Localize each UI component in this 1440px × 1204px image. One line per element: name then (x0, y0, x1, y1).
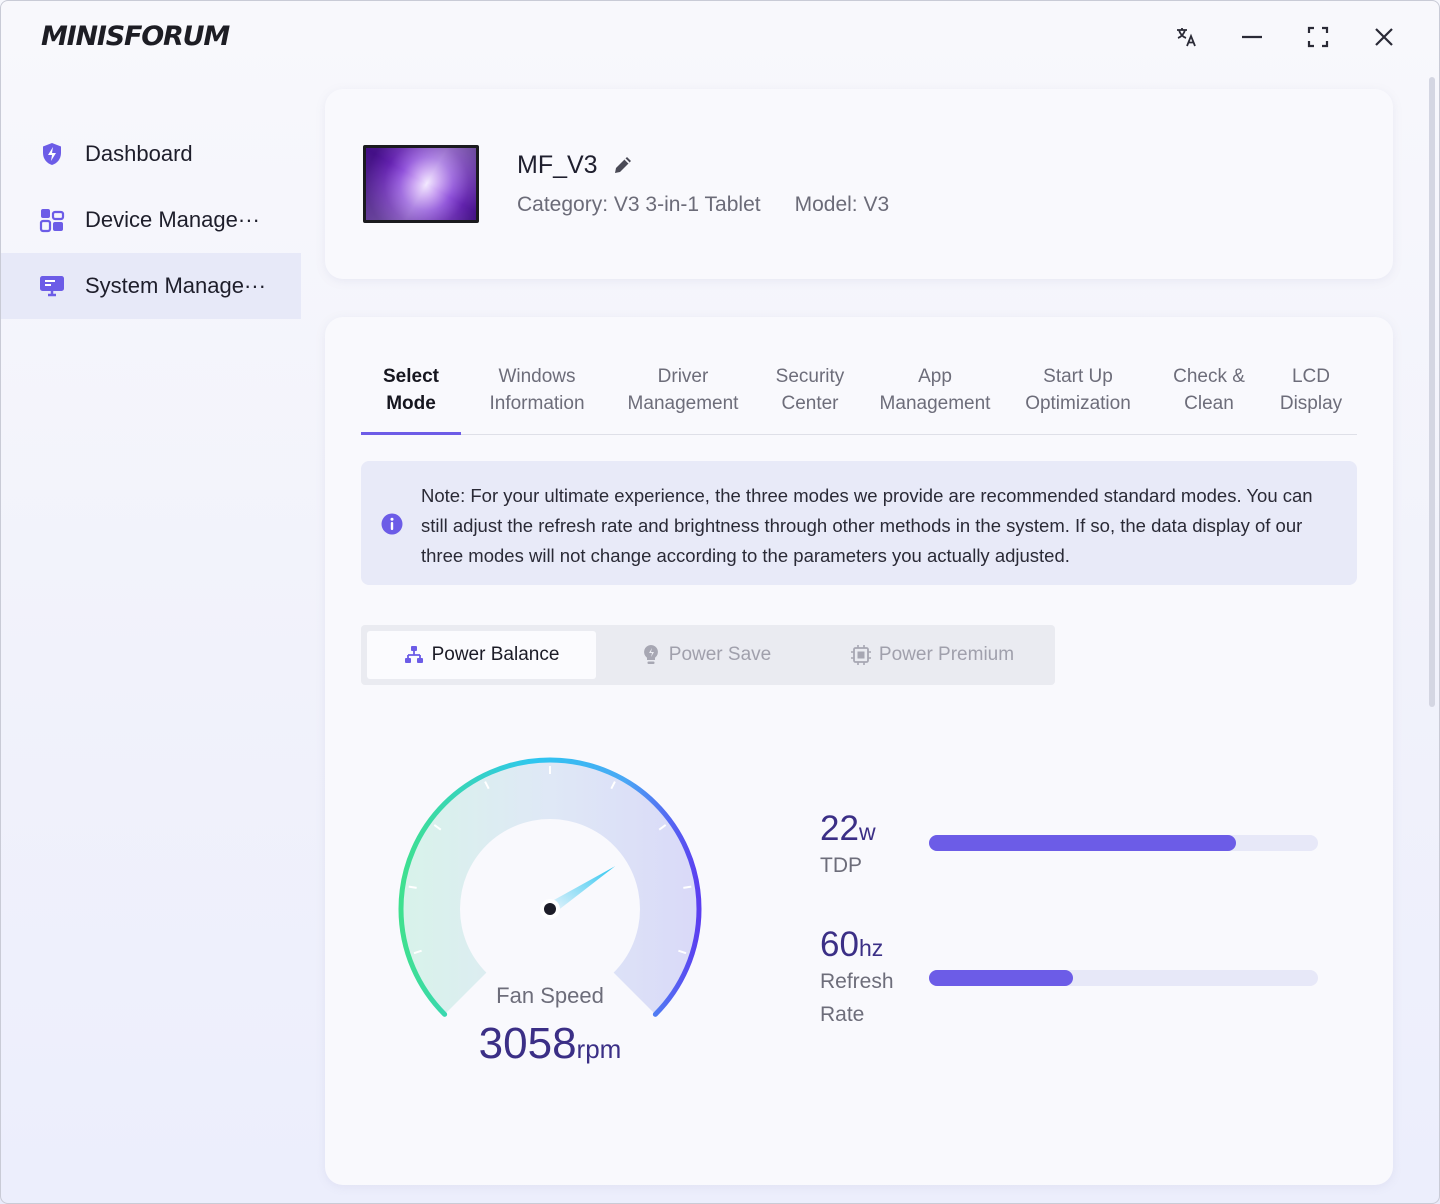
device-category: Category: V3 3-in-1 Tablet (517, 193, 761, 216)
needle-hub-center (544, 903, 556, 915)
edit-name-icon[interactable] (611, 153, 635, 182)
maximize-icon (1307, 26, 1329, 48)
gauge-tick (408, 885, 417, 889)
refresh-rate-stat: 60hz Refresh Rate (820, 925, 910, 1031)
tdp-value: 22w (820, 809, 910, 849)
chip-icon (850, 645, 871, 665)
device-thumbnail (363, 145, 479, 223)
sidebar-item-dashboard[interactable]: Dashboard (1, 121, 301, 187)
minimize-button[interactable] (1219, 19, 1285, 55)
refresh-rate-bar (929, 970, 1318, 986)
note-text: Note: For your ultimate experience, the … (421, 485, 1313, 566)
app-window: MINISFORUM Dashboard Device Manage··· Sy… (0, 0, 1440, 1204)
fan-speed-gauge: Fan Speed 3058rpm (387, 757, 713, 1097)
mode-selector: Power Balance Power Save Power Premium (361, 625, 1055, 685)
scrollbar[interactable] (1429, 77, 1435, 707)
sidebar-item-label: Device Manage··· (85, 207, 260, 232)
mode-label: Power Balance (431, 644, 560, 665)
sidebar-item-device-management[interactable]: Device Manage··· (1, 187, 301, 253)
gauge-band (401, 760, 699, 1015)
tab-start-up-optimization[interactable]: Start Up Optimization (1003, 363, 1153, 434)
close-icon (1375, 28, 1393, 46)
gauge-dial (398, 757, 702, 1017)
refresh-rate-label: Refresh Rate (820, 970, 894, 1026)
minisforum-logo: MINISFORUM (41, 19, 241, 53)
tab-driver-management[interactable]: Driver Management (613, 363, 753, 434)
tab-security-center[interactable]: Security Center (753, 363, 867, 434)
fan-speed-value: 3058rpm (387, 1019, 713, 1069)
tab-lcd-display[interactable]: LCD Display (1265, 363, 1357, 434)
device-grid-icon (39, 207, 65, 233)
mode-note: Note: For your ultimate experience, the … (361, 461, 1357, 585)
tdp-number: 22 (820, 809, 859, 848)
sidebar-item-label: Dashboard (85, 141, 193, 166)
logo-text: MINISFORUM (41, 21, 230, 49)
mode-power-balance[interactable]: Power Balance (367, 631, 596, 679)
tdp-bar (929, 835, 1318, 851)
network-icon (404, 645, 424, 665)
fan-speed-number: 3058 (478, 1019, 577, 1068)
tab-select-mode[interactable]: Select Mode (361, 363, 461, 435)
tdp-unit: w (858, 819, 876, 845)
sidebar-item-system-management[interactable]: System Manage··· (1, 253, 301, 319)
tab-windows-information[interactable]: Windows Information (461, 363, 613, 434)
mode-power-premium[interactable]: Power Premium (816, 631, 1049, 679)
window-controls (1153, 19, 1417, 55)
gauge-label: Fan Speed (496, 983, 604, 1008)
tdp-label: TDP (820, 854, 862, 877)
tdp-stat: 22w TDP (820, 809, 910, 882)
refresh-rate-bar-fill (929, 970, 1073, 986)
mode-label: Power Save (668, 644, 772, 665)
tab-check-clean[interactable]: Check & Clean (1153, 363, 1265, 434)
tab-app-management[interactable]: App Management (867, 363, 1003, 434)
tab-bar: Select Mode Windows Information Driver M… (361, 363, 1357, 435)
mode-label: Power Premium (878, 644, 1015, 665)
maximize-button[interactable] (1285, 19, 1351, 55)
shield-bolt-icon (39, 141, 65, 167)
refresh-rate-number: 60 (820, 925, 859, 964)
device-model: Model: V3 (794, 193, 890, 216)
translate-icon (1177, 28, 1196, 47)
gauge-tick (683, 885, 692, 889)
device-name: MF_V3 (517, 151, 598, 179)
refresh-rate-value: 60hz (820, 925, 910, 965)
tdp-bar-fill (929, 835, 1237, 851)
sidebar: Dashboard Device Manage··· System Manage… (1, 121, 301, 319)
bulb-icon (641, 644, 661, 666)
monitor-settings-icon (39, 273, 65, 299)
translate-button[interactable] (1153, 19, 1219, 55)
minimize-icon (1242, 35, 1262, 39)
device-meta: Category: V3 3-in-1 Tablet Model: V3 (517, 193, 889, 217)
info-icon (381, 513, 403, 540)
mode-power-save[interactable]: Power Save (596, 631, 816, 679)
system-management-panel: Select Mode Windows Information Driver M… (325, 317, 1393, 1185)
fan-speed-unit: rpm (576, 1034, 622, 1064)
close-button[interactable] (1351, 19, 1417, 55)
sidebar-item-label: System Manage··· (85, 273, 266, 298)
refresh-rate-unit: hz (858, 935, 884, 961)
device-card: MF_V3 Category: V3 3-in-1 Tablet Model: V… (325, 89, 1393, 279)
